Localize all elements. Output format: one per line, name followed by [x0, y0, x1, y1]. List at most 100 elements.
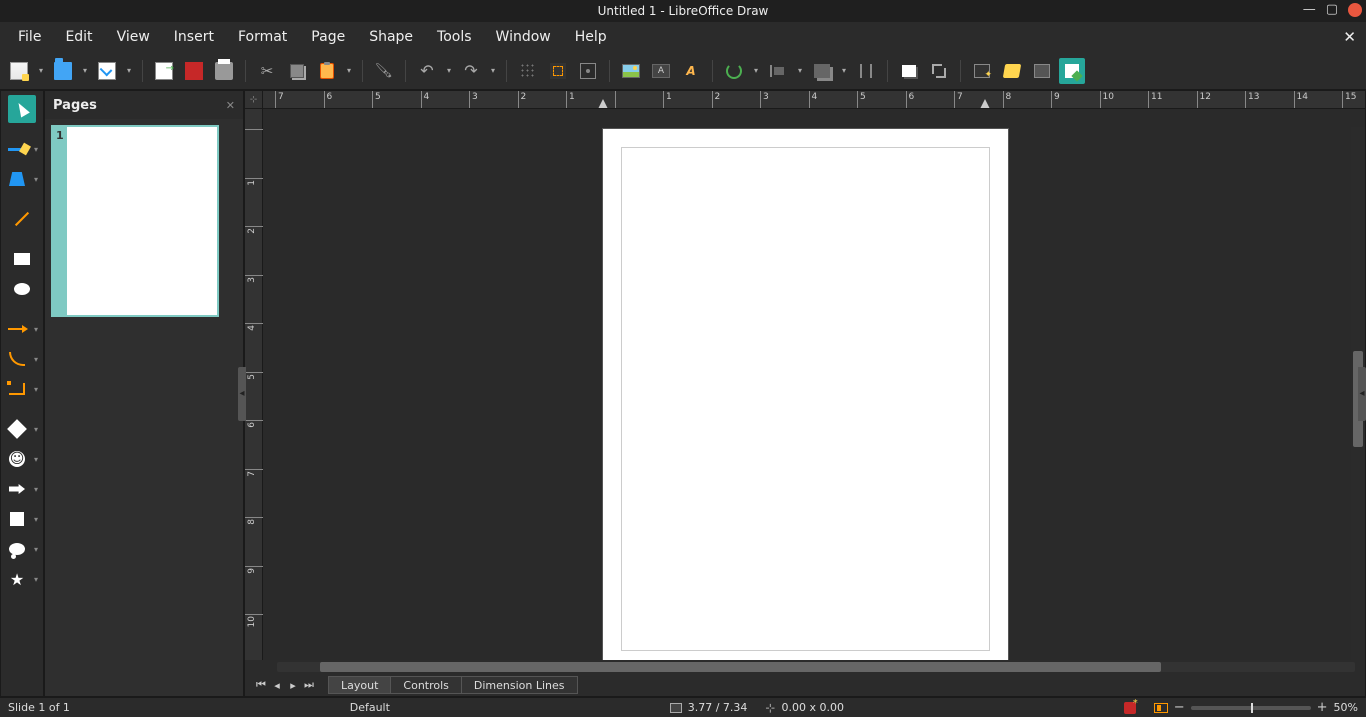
line-color-dropdown[interactable]: ▾: [31, 145, 41, 154]
insert-textbox-button[interactable]: A: [648, 58, 674, 84]
arrow-line-tool[interactable]: [3, 315, 31, 343]
flowchart-tool[interactable]: [3, 505, 31, 533]
ellipse-tool[interactable]: [8, 275, 36, 303]
connector-tool[interactable]: [3, 375, 31, 403]
status-page-style[interactable]: Default: [350, 701, 390, 714]
print-button[interactable]: [211, 58, 237, 84]
shadow-button[interactable]: [896, 58, 922, 84]
redo-button[interactable]: ↷: [458, 58, 484, 84]
vertical-ruler[interactable]: 12345678910: [245, 109, 263, 660]
copy-button[interactable]: [284, 58, 310, 84]
margin-right-marker[interactable]: [980, 99, 990, 109]
menu-view[interactable]: View: [105, 25, 162, 49]
sidebar-expand-handle[interactable]: ◂: [1358, 367, 1366, 421]
close-document-button[interactable]: ✕: [1343, 28, 1356, 46]
maximize-button[interactable]: ▢: [1326, 2, 1338, 17]
insert-line-tool[interactable]: [8, 205, 36, 233]
stars-tool[interactable]: ★: [3, 565, 31, 593]
undo-dropdown[interactable]: ▾: [444, 66, 454, 75]
callouts-tool[interactable]: [3, 535, 31, 563]
export-pdf-button[interactable]: [181, 58, 207, 84]
curve-tool[interactable]: [3, 345, 31, 373]
show-gluepoints-button[interactable]: [999, 58, 1025, 84]
save-button[interactable]: [94, 58, 120, 84]
fit-page-icon[interactable]: [1154, 703, 1168, 713]
canvas-viewport[interactable]: [263, 109, 1365, 660]
tab-nav-prev[interactable]: ◂: [269, 679, 285, 692]
draw-functions-button[interactable]: [1029, 58, 1055, 84]
page-thumbnail-1[interactable]: 1: [51, 125, 219, 317]
horizontal-scrollbar[interactable]: [277, 662, 1355, 672]
menu-format[interactable]: Format: [226, 25, 299, 49]
rotate-button[interactable]: [721, 58, 747, 84]
menu-window[interactable]: Window: [484, 25, 563, 49]
zoom-slider[interactable]: [1191, 706, 1311, 710]
fill-color-dropdown[interactable]: ▾: [31, 175, 41, 184]
grid-button[interactable]: [515, 58, 541, 84]
minimize-button[interactable]: —: [1303, 2, 1316, 17]
rectangle-tool[interactable]: [8, 245, 36, 273]
symbol-shapes-tool[interactable]: [3, 445, 31, 473]
crop-button[interactable]: [926, 58, 952, 84]
unsaved-indicator-icon[interactable]: [1124, 702, 1136, 714]
tab-layout[interactable]: Layout: [328, 676, 391, 694]
zoom-in-button[interactable]: +: [1317, 700, 1328, 715]
ruler-corner[interactable]: ⊹: [245, 91, 263, 109]
block-arrows-tool[interactable]: [3, 475, 31, 503]
open-button[interactable]: [50, 58, 76, 84]
export-button[interactable]: [151, 58, 177, 84]
new-document-dropdown[interactable]: ▾: [36, 66, 46, 75]
tab-nav-next[interactable]: ▸: [285, 679, 301, 692]
undo-button[interactable]: ↶: [414, 58, 440, 84]
pages-panel-close-button[interactable]: ✕: [226, 99, 235, 112]
arrange-button[interactable]: [809, 58, 835, 84]
block-arrows-dropdown[interactable]: ▾: [31, 485, 41, 494]
paste-button[interactable]: [314, 58, 340, 84]
new-document-button[interactable]: [6, 58, 32, 84]
tab-nav-first[interactable]: ⏮: [253, 678, 269, 692]
zoom-out-button[interactable]: −: [1174, 700, 1185, 715]
tab-nav-last[interactable]: ⏭: [301, 678, 317, 692]
arrange-dropdown[interactable]: ▾: [839, 66, 849, 75]
pages-panel-body[interactable]: 1: [45, 119, 243, 696]
menu-insert[interactable]: Insert: [162, 25, 226, 49]
status-zoom-percent[interactable]: 50%: [1334, 701, 1358, 714]
arrow-line-dropdown[interactable]: ▾: [31, 325, 41, 334]
horizontal-scrollbar-thumb[interactable]: [320, 662, 1161, 672]
clone-formatting-button[interactable]: 🖌: [371, 58, 397, 84]
select-tool[interactable]: [8, 95, 36, 123]
toggle-extrusion-button[interactable]: [969, 58, 995, 84]
open-dropdown[interactable]: ▾: [80, 66, 90, 75]
glue-points-button[interactable]: [575, 58, 601, 84]
snap-guides-button[interactable]: [545, 58, 571, 84]
basic-shapes-tool[interactable]: [3, 415, 31, 443]
align-objects-dropdown[interactable]: ▾: [795, 66, 805, 75]
redo-dropdown[interactable]: ▾: [488, 66, 498, 75]
drawing-page[interactable]: [603, 129, 1008, 660]
menu-edit[interactable]: Edit: [53, 25, 104, 49]
menu-tools[interactable]: Tools: [425, 25, 484, 49]
align-objects-button[interactable]: [765, 58, 791, 84]
line-color-tool[interactable]: [3, 135, 31, 163]
menu-shape[interactable]: Shape: [357, 25, 425, 49]
cut-button[interactable]: ✂: [254, 58, 280, 84]
basic-shapes-dropdown[interactable]: ▾: [31, 425, 41, 434]
margin-left-marker[interactable]: [598, 99, 608, 109]
distribute-button[interactable]: [853, 58, 879, 84]
curve-dropdown[interactable]: ▾: [31, 355, 41, 364]
pages-panel-collapse-handle[interactable]: ◂: [238, 367, 246, 421]
zoom-slider-knob[interactable]: [1251, 703, 1253, 713]
fontwork-button[interactable]: A: [678, 58, 704, 84]
menu-file[interactable]: File: [6, 25, 53, 49]
horizontal-ruler[interactable]: 7654321123456789101112131415: [263, 91, 1365, 109]
insert-image-button[interactable]: [618, 58, 644, 84]
toggle-edit-mode-button[interactable]: [1059, 58, 1085, 84]
save-dropdown[interactable]: ▾: [124, 66, 134, 75]
callouts-dropdown[interactable]: ▾: [31, 545, 41, 554]
menu-page[interactable]: Page: [299, 25, 357, 49]
tab-controls[interactable]: Controls: [390, 676, 462, 694]
tab-dimension-lines[interactable]: Dimension Lines: [461, 676, 578, 694]
connector-dropdown[interactable]: ▾: [31, 385, 41, 394]
menu-help[interactable]: Help: [563, 25, 619, 49]
fill-color-tool[interactable]: [3, 165, 31, 193]
